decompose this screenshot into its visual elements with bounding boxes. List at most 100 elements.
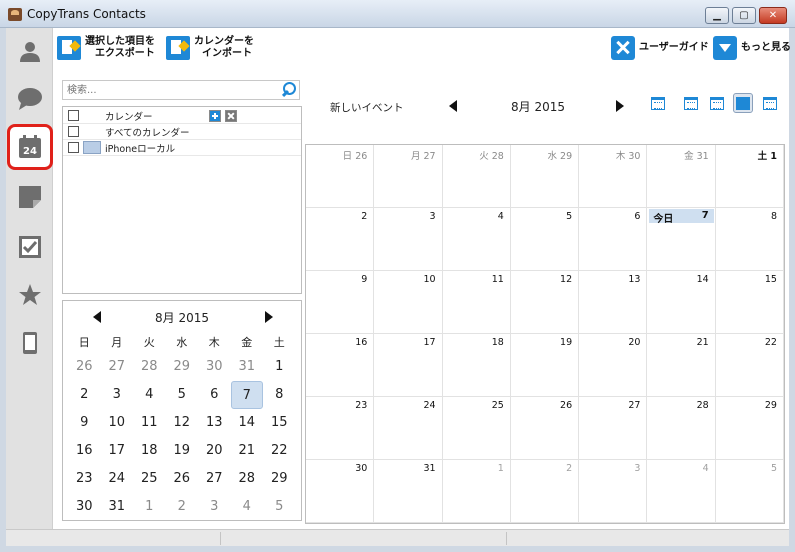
mini-next-month-icon[interactable]	[265, 311, 273, 323]
mini-day-cell[interactable]: 25	[133, 465, 166, 493]
rail-messages[interactable]	[6, 76, 53, 122]
list-item[interactable]: iPhoneローカル	[63, 140, 301, 156]
day-cell[interactable]: 3	[374, 208, 443, 271]
day-cell[interactable]: 29	[715, 397, 784, 460]
mini-day-cell[interactable]: 12	[166, 409, 199, 437]
delete-calendar-icon[interactable]	[225, 110, 237, 122]
workweek-view-button[interactable]	[707, 93, 727, 113]
day-cell[interactable]: 日 26	[306, 145, 375, 208]
day-cell[interactable]: 27	[579, 397, 648, 460]
export-button[interactable]: 選択した項目を エクスポート	[57, 36, 155, 60]
rail-notes[interactable]	[6, 174, 53, 220]
mini-day-cell[interactable]: 7	[230, 381, 263, 409]
mini-day-cell[interactable]: 26	[166, 465, 199, 493]
day-cell[interactable]: 11	[442, 271, 511, 334]
mini-day-cell[interactable]: 31	[101, 493, 134, 521]
day-cell[interactable]: 木 30	[579, 145, 648, 208]
mini-day-cell[interactable]: 27	[101, 353, 134, 381]
day-cell[interactable]: 31	[374, 460, 443, 523]
search-icon[interactable]	[280, 82, 296, 98]
import-button[interactable]: カレンダーを インポート	[166, 36, 254, 60]
rail-contacts[interactable]	[6, 28, 53, 74]
day-cell[interactable]: 今日 7	[647, 208, 716, 271]
day-cell[interactable]: 16	[306, 334, 375, 397]
more-button[interactable]: もっと見る	[713, 36, 791, 60]
minimize-button[interactable]: ▁	[705, 7, 729, 24]
mini-day-cell[interactable]: 15	[263, 409, 296, 437]
mini-day-cell[interactable]: 18	[133, 437, 166, 465]
prev-month-icon[interactable]	[449, 100, 457, 112]
mini-day-cell[interactable]: 1	[133, 493, 166, 521]
mini-day-cell[interactable]: 19	[166, 437, 199, 465]
next-month-icon[interactable]	[616, 100, 624, 112]
iphone-local-checkbox[interactable]	[68, 142, 79, 153]
mini-day-cell[interactable]: 31	[231, 353, 264, 381]
list-item[interactable]: すべてのカレンダー	[63, 124, 301, 140]
mini-day-cell[interactable]: 28	[133, 353, 166, 381]
day-cell[interactable]: 17	[374, 334, 443, 397]
new-event-button[interactable]: 新しいイベント	[330, 100, 404, 115]
header-checkbox[interactable]	[68, 110, 79, 121]
rail-device[interactable]	[6, 320, 53, 366]
mini-day-cell[interactable]: 30	[68, 493, 101, 521]
add-calendar-icon[interactable]	[209, 110, 221, 122]
mini-day-cell[interactable]: 24	[101, 465, 134, 493]
mini-day-cell[interactable]: 1	[263, 353, 296, 381]
list-view-button[interactable]	[760, 93, 780, 113]
day-cell[interactable]: 24	[374, 397, 443, 460]
mini-day-cell[interactable]: 9	[68, 409, 101, 437]
mini-day-cell[interactable]: 4	[133, 381, 166, 409]
mini-day-cell[interactable]: 5	[166, 381, 199, 409]
day-cell[interactable]: 4	[647, 460, 716, 523]
close-button[interactable]: ✕	[759, 7, 787, 24]
day-cell[interactable]: 火 28	[442, 145, 511, 208]
rail-calendar[interactable]: 24	[6, 124, 53, 170]
day-cell[interactable]: 26	[510, 397, 580, 460]
day-cell[interactable]: 12	[510, 271, 580, 334]
day-cell[interactable]: 14	[647, 271, 716, 334]
rail-tasks[interactable]	[6, 224, 53, 270]
mini-day-cell[interactable]: 21	[231, 437, 264, 465]
mini-day-cell[interactable]: 22	[263, 437, 296, 465]
all-calendars-checkbox[interactable]	[68, 126, 79, 137]
day-cell[interactable]: 18	[442, 334, 511, 397]
mini-day-cell[interactable]: 30	[198, 353, 231, 381]
mini-day-cell[interactable]: 10	[101, 409, 134, 437]
mini-day-cell[interactable]: 29	[263, 465, 296, 493]
search-input[interactable]	[63, 81, 268, 99]
mini-day-cell[interactable]: 3	[101, 381, 134, 409]
day-cell[interactable]: 土 1	[715, 145, 784, 208]
day-cell[interactable]: 28	[647, 397, 716, 460]
day-cell[interactable]: 2	[306, 208, 375, 271]
day-cell[interactable]: 1	[442, 460, 511, 523]
mini-day-cell[interactable]: 4	[231, 493, 264, 521]
mini-day-cell[interactable]: 6	[198, 381, 231, 409]
mini-day-cell[interactable]: 16	[68, 437, 101, 465]
day-cell[interactable]: 15	[715, 271, 784, 334]
day-cell[interactable]: 9	[306, 271, 375, 334]
mini-day-cell[interactable]: 3	[198, 493, 231, 521]
mini-day-cell[interactable]: 17	[101, 437, 134, 465]
day-cell[interactable]: 水 29	[510, 145, 580, 208]
week-view-button[interactable]	[681, 93, 701, 113]
mini-day-cell[interactable]: 2	[166, 493, 199, 521]
day-cell[interactable]: 20	[579, 334, 648, 397]
mini-day-cell[interactable]: 26	[68, 353, 101, 381]
day-cell[interactable]: 13	[579, 271, 648, 334]
day-cell[interactable]: 月 27	[374, 145, 443, 208]
mini-day-cell[interactable]: 13	[198, 409, 231, 437]
user-guide-button[interactable]: ユーザーガイド	[611, 36, 709, 60]
mini-day-cell[interactable]: 20	[198, 437, 231, 465]
mini-day-cell[interactable]: 28	[231, 465, 264, 493]
day-cell[interactable]: 30	[306, 460, 375, 523]
day-cell[interactable]: 6	[579, 208, 648, 271]
day-cell[interactable]: 金 31	[647, 145, 716, 208]
mini-day-cell[interactable]: 11	[133, 409, 166, 437]
day-cell[interactable]: 8	[715, 208, 784, 271]
day-cell[interactable]: 10	[374, 271, 443, 334]
day-cell[interactable]: 23	[306, 397, 375, 460]
day-cell[interactable]: 3	[579, 460, 648, 523]
day-cell[interactable]: 4	[442, 208, 511, 271]
mini-day-cell[interactable]: 29	[166, 353, 199, 381]
month-view-button[interactable]	[733, 93, 753, 113]
